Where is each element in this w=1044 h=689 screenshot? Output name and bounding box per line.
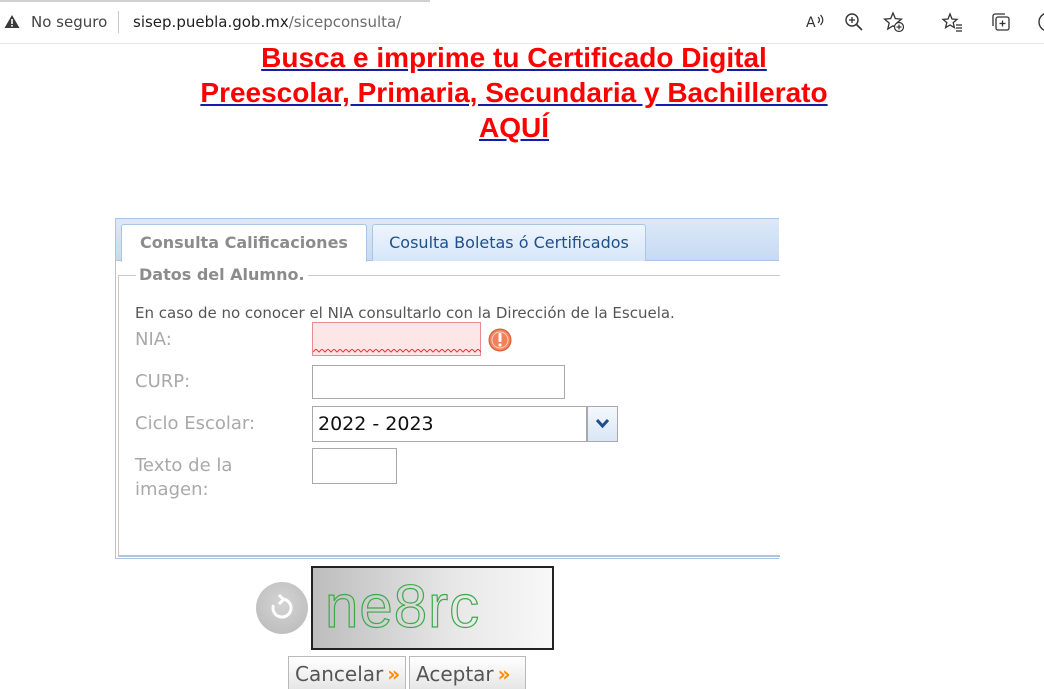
curp-input[interactable]: [312, 365, 565, 399]
nia-hint-text: En caso de no conocer el NIA consultarlo…: [135, 304, 675, 322]
texto-imagen-label-line2: imagen:: [135, 479, 209, 500]
captcha-image: ne8rc: [311, 566, 554, 650]
headline: Busca e imprime tu Certificado Digital P…: [0, 40, 1028, 145]
url-separator: [118, 11, 119, 33]
error-icon: [488, 328, 512, 352]
refresh-captcha-button[interactable]: [256, 582, 308, 634]
browser-address-bar: No seguro sisep.puebla.gob.mx/sicepconsu…: [0, 0, 1044, 44]
tab-strip-edge: [0, 0, 430, 2]
accept-button-label: Aceptar: [416, 662, 494, 686]
curp-label: CURP:: [135, 371, 191, 392]
url-path: /sicepconsulta/: [288, 13, 402, 31]
ciclo-escolar-select[interactable]: 2022 - 2023: [312, 406, 587, 442]
add-favorite-icon[interactable]: [883, 11, 905, 33]
security-label[interactable]: No seguro: [31, 13, 107, 31]
zoom-icon[interactable]: [843, 11, 865, 33]
consulta-panel: Consulta Calificaciones Cosulta Boletas …: [115, 218, 780, 559]
fieldset-legend: Datos del Alumno.: [136, 265, 308, 284]
headline-link-line2[interactable]: Preescolar, Primaria, Secundaria y Bachi…: [200, 77, 827, 108]
nia-label: NIA:: [135, 329, 172, 350]
headline-link-aqui[interactable]: AQUÍ: [479, 112, 549, 143]
collections-icon[interactable]: [990, 11, 1012, 33]
chevron-right-icon: »: [497, 662, 511, 686]
svg-text:A: A: [806, 15, 816, 31]
chevron-right-icon: »: [387, 662, 401, 686]
ciclo-dropdown-button[interactable]: [587, 406, 618, 442]
captcha-input[interactable]: [312, 448, 397, 484]
texto-imagen-label: Texto de la imagen:: [135, 454, 232, 502]
headline-link-line1[interactable]: Busca e imprime tu Certificado Digital: [261, 42, 767, 73]
refresh-icon: [271, 593, 293, 619]
profile-icon[interactable]: [1036, 11, 1044, 33]
tab-strip: Consulta Calificaciones Cosulta Boletas …: [116, 219, 779, 262]
accept-button[interactable]: Aceptar»: [409, 656, 526, 689]
cancel-button-label: Cancelar: [295, 662, 384, 686]
tab-consulta-calificaciones[interactable]: Consulta Calificaciones: [121, 224, 367, 262]
url-domain: sisep.puebla.gob.mx: [133, 13, 289, 31]
captcha-text: ne8rc: [324, 573, 481, 640]
texto-imagen-label-line1: Texto de la: [135, 455, 233, 476]
favorites-icon[interactable]: [941, 11, 963, 33]
read-aloud-icon[interactable]: A: [804, 11, 826, 33]
ciclo-escolar-label: Ciclo Escolar:: [135, 413, 256, 434]
cancel-button[interactable]: Cancelar»: [288, 656, 406, 689]
invalid-field-underline: [313, 349, 481, 353]
warning-icon[interactable]: [4, 14, 20, 29]
url-field[interactable]: sisep.puebla.gob.mx/sicepconsulta/: [133, 13, 401, 31]
chevron-down-icon: [595, 418, 610, 429]
tab-consulta-boletas[interactable]: Cosulta Boletas ó Certificados: [372, 224, 646, 261]
